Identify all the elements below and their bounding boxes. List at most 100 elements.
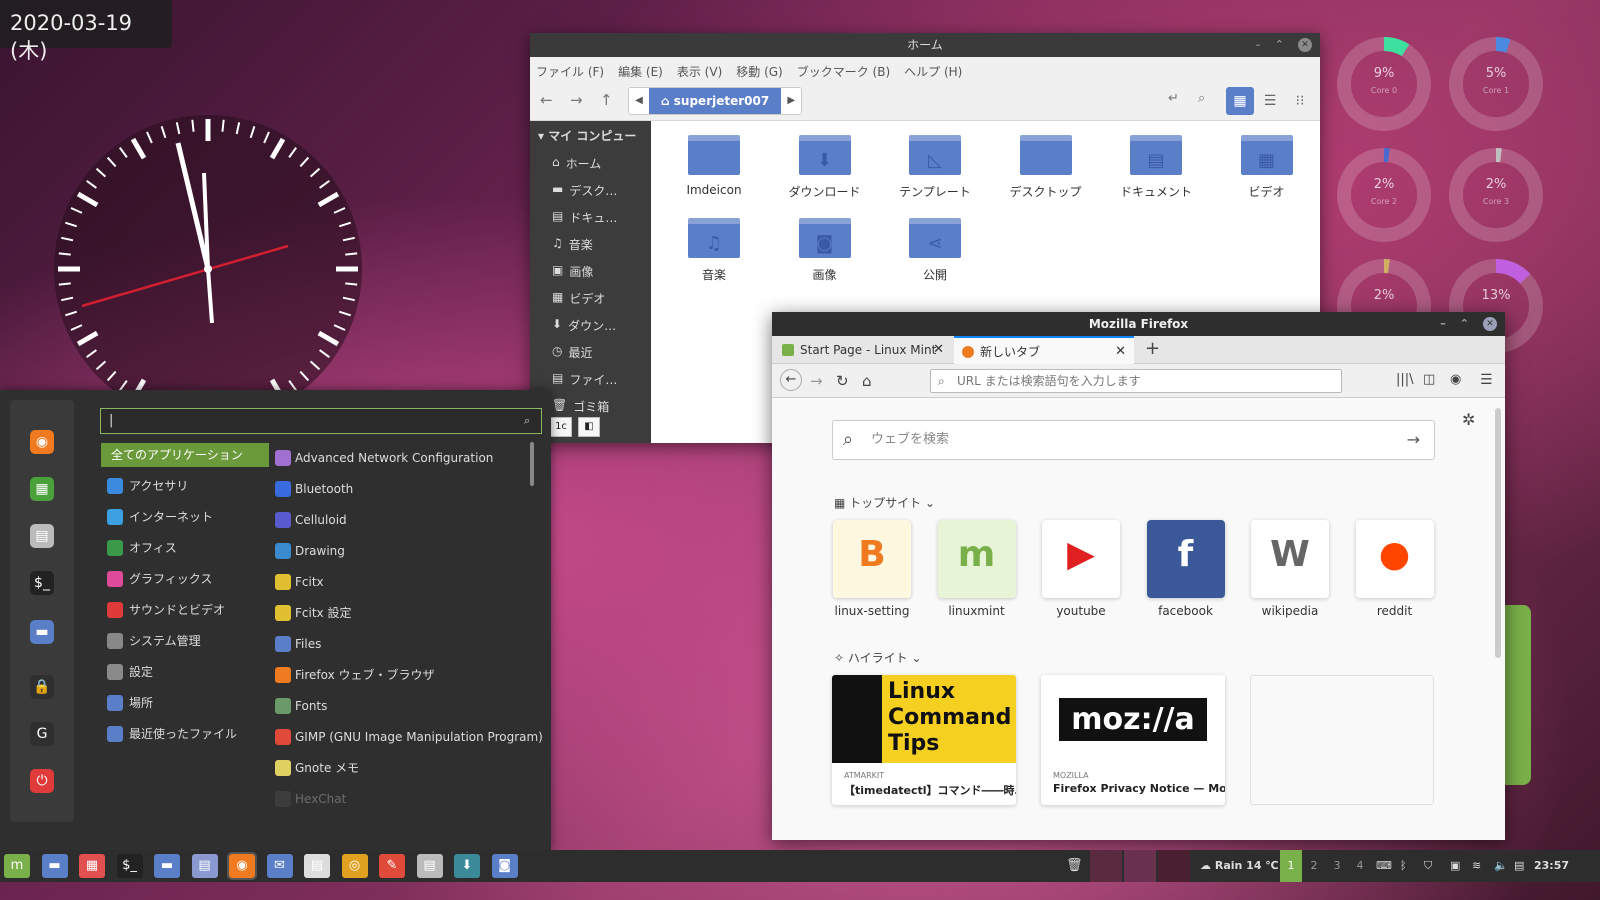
chevron-right-icon[interactable]: ▶ — [781, 88, 802, 114]
calendar-icon[interactable]: ▦ — [79, 854, 105, 878]
gimp-icon[interactable]: ✎ — [379, 854, 405, 878]
menu-app-item[interactable]: Fonts — [269, 694, 531, 718]
sidebar-item[interactable]: ⌂ ホーム — [530, 150, 651, 177]
power-icon[interactable]: ⏻ — [30, 769, 54, 793]
menu-category[interactable]: 場所 — [101, 691, 269, 715]
close-icon[interactable]: ✕ — [1298, 38, 1312, 52]
menu-app-item[interactable]: Fcitx 設定 — [269, 601, 531, 625]
search-icon[interactable]: ⌕ — [1198, 91, 1205, 106]
minimize-icon[interactable]: – — [1255, 33, 1261, 57]
chromium-icon[interactable]: ◎ — [341, 854, 368, 878]
tab-close-icon[interactable]: ✕ — [1115, 338, 1126, 366]
sidebar-icon[interactable]: ◫ — [1423, 372, 1435, 387]
firefox-icon[interactable]: ◉ — [227, 852, 257, 880]
web-search-input[interactable]: ⌕ ウェブを検索 → — [832, 420, 1435, 460]
fm-titlebar[interactable]: ホーム – ⌃ ✕ — [530, 33, 1320, 57]
document-icon[interactable]: ▤ — [304, 854, 330, 878]
chevron-left-icon[interactable]: ◀ — [629, 88, 649, 114]
text-editor-icon[interactable]: ▤ — [191, 854, 218, 878]
workspace-button[interactable]: 2 — [1303, 850, 1325, 882]
keyboard-icon[interactable]: ⌨ — [1376, 850, 1392, 882]
display-icon[interactable]: ▣ — [1450, 850, 1460, 882]
tab-start-page[interactable]: Start Page - Linux Mint ✕ — [774, 336, 952, 364]
lock-icon[interactable]: 🔒 — [30, 675, 54, 699]
highlights-header[interactable]: ✧ ハイライト ⌄ — [834, 649, 922, 666]
workspace-preview[interactable] — [1158, 850, 1190, 882]
toggle-location-icon[interactable]: ↵ — [1168, 91, 1179, 106]
menu-app-item[interactable]: Bluetooth — [269, 477, 531, 501]
trash-icon[interactable]: 🗑 — [1066, 850, 1083, 882]
status-toggle-button[interactable]: 1c — [550, 417, 572, 437]
menu-category[interactable]: オフィス — [101, 536, 269, 560]
package-icon[interactable]: ⬇ — [454, 854, 480, 878]
breadcrumb-home[interactable]: ⌂ superjeter007 — [649, 88, 782, 114]
screenshot-icon[interactable]: ◙ — [491, 854, 518, 878]
logout-icon[interactable]: G — [30, 722, 54, 746]
tab-new-tab[interactable]: 新しいタブ ✕ — [954, 336, 1134, 364]
folder-item[interactable]: ▦ ビデオ — [1212, 135, 1322, 200]
fm-menu-item[interactable]: 編集 (E) — [618, 63, 663, 79]
menu-app-item[interactable]: Fcitx — [269, 570, 531, 594]
library-icon[interactable]: |||\ — [1396, 372, 1414, 387]
weather-applet[interactable]: ☁ Rain 14 ℃ — [1200, 850, 1279, 882]
firefox-icon[interactable]: ◉ — [30, 430, 54, 454]
menu-category[interactable]: 設定 — [101, 660, 269, 684]
shield-icon[interactable]: ⛉ — [1424, 850, 1432, 882]
background-window-edge[interactable] — [1505, 605, 1531, 785]
terminal-icon[interactable]: $_ — [30, 571, 54, 595]
forward-icon[interactable]: → — [810, 372, 823, 390]
menu-app-item[interactable]: GIMP (GNU Image Manipulation Program) — [269, 725, 543, 749]
mint-menu-icon[interactable]: m — [4, 854, 30, 878]
fm-menu-item[interactable]: 表示 (V) — [677, 63, 722, 79]
tab-close-icon[interactable]: ✕ — [933, 336, 944, 364]
gear-icon[interactable]: ✲ — [1462, 410, 1475, 429]
menu-search-input[interactable]: | — [100, 408, 542, 434]
top-site-tile[interactable]: Blinux-setting — [832, 520, 912, 618]
fm-menu-item[interactable]: ヘルプ (H) — [904, 63, 962, 79]
sidebar-item[interactable]: ◷ 最近 — [530, 339, 651, 366]
sidebar-header[interactable]: ▾ マイ コンピュー — [530, 121, 651, 150]
menu-category[interactable]: インターネット — [101, 505, 269, 529]
highlight-card[interactable]: moz://a MOZILLA Firefox Privacy Notice —… — [1041, 675, 1225, 805]
up-icon[interactable]: ↑ — [600, 91, 613, 109]
sidebar-item[interactable]: ⬇ ダウン… — [530, 312, 651, 339]
top-site-tile[interactable]: f facebook — [1146, 520, 1226, 618]
files-icon[interactable]: ▬ — [154, 854, 180, 878]
arrow-right-icon[interactable]: → — [1407, 421, 1420, 459]
workspace-button[interactable]: 3 — [1326, 850, 1348, 882]
fm-menu-item[interactable]: 移動 (G) — [736, 63, 782, 79]
menu-app-item[interactable]: Firefox ウェブ・ブラウザ — [269, 663, 531, 687]
menu-category[interactable]: アクセサリ — [101, 474, 269, 498]
places-toggle-icon[interactable]: ◧ — [578, 417, 600, 437]
fm-menu-item[interactable]: ファイル (F) — [536, 63, 604, 79]
close-icon[interactable]: ✕ — [1483, 317, 1497, 331]
list-view-icon[interactable]: ☰ — [1256, 87, 1284, 115]
menu-category[interactable]: サウンドとビデオ — [101, 598, 269, 622]
top-site-tile[interactable]: Wwikipedia — [1250, 520, 1330, 618]
clock-text[interactable]: 23:57 — [1534, 850, 1569, 882]
reload-icon[interactable]: ↻ — [836, 372, 849, 390]
back-icon[interactable]: ← — [780, 369, 802, 391]
wifi-icon[interactable]: ≋ — [1472, 850, 1481, 882]
forward-icon[interactable]: → — [570, 91, 583, 109]
bluetooth-icon[interactable]: ᛒ — [1400, 850, 1407, 882]
sidebar-item[interactable]: ▤ ドキュ… — [530, 204, 651, 231]
menu-category[interactable]: 最近使ったファイル — [101, 722, 269, 746]
notes-icon[interactable]: ▤ — [1514, 850, 1524, 882]
minimize-icon[interactable]: – — [1440, 312, 1446, 336]
menu-app-item[interactable]: Celluloid — [269, 508, 531, 532]
folder-item[interactable]: ▤ ドキュメント — [1101, 135, 1211, 200]
top-site-tile[interactable]: ▶ youtube — [1041, 520, 1121, 618]
back-icon[interactable]: ← — [540, 91, 553, 109]
compact-view-icon[interactable]: ⁝⁝ — [1286, 87, 1314, 115]
menu-scrollbar[interactable] — [530, 442, 534, 486]
home-icon[interactable]: ⌂ — [862, 372, 872, 390]
folder-item[interactable]: ⬇ ダウンロード — [770, 135, 880, 200]
workspace-preview[interactable] — [1124, 850, 1156, 882]
folder-item[interactable]: ◺ テンプレート — [880, 135, 990, 200]
fm-menu-item[interactable]: ブックマーク (B) — [797, 63, 890, 79]
settings-icon[interactable]: ▤ — [30, 524, 54, 548]
menu-app-item[interactable]: HexChat — [269, 787, 531, 811]
volume-icon[interactable]: 🔈 — [1494, 850, 1508, 882]
workspace-preview[interactable] — [1090, 850, 1122, 882]
